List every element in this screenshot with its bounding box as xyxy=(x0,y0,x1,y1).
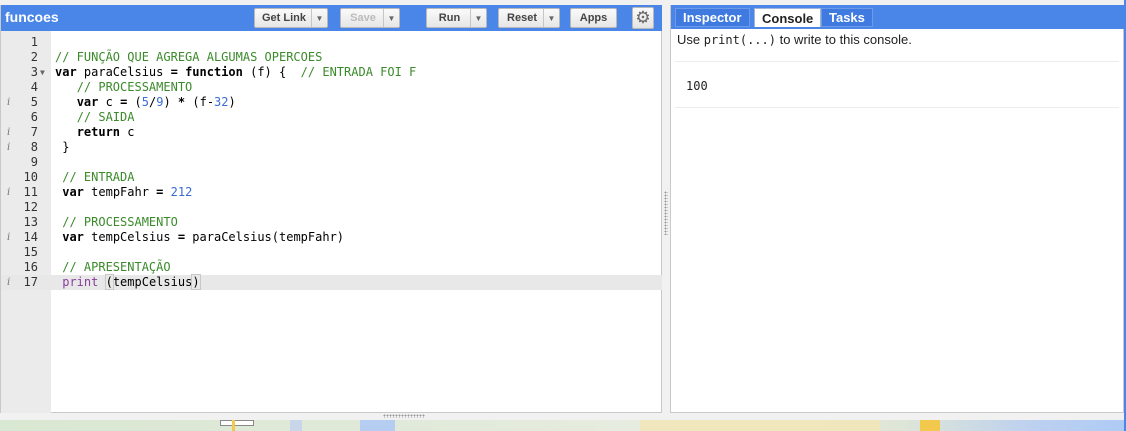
code-text[interactable]: // PROCESSAMENTO xyxy=(55,80,193,95)
hint-prefix: Use xyxy=(677,32,704,47)
earth-engine-code-editor: funcoes Get Link ▼ Save ▼ Run ▼ Reset ▼ … xyxy=(0,0,1126,431)
hint-suffix: to write to this console. xyxy=(775,32,912,47)
chevron-down-icon[interactable]: ▼ xyxy=(543,9,559,27)
code-text[interactable]: print (tempCelsius) xyxy=(55,274,201,290)
divider xyxy=(675,107,1119,108)
map-road xyxy=(232,420,235,431)
code-text[interactable]: // FUNÇÃO QUE AGREGA ALGUMAS OPERCOES xyxy=(55,50,322,65)
tab-console[interactable]: Console xyxy=(754,8,822,27)
run-label: Run xyxy=(438,12,461,24)
code-line[interactable]: i5 var c = (5/9) * (f-32) xyxy=(1,95,662,110)
code-line[interactable]: 3 ▼ var paraCelsius = function (f) { // EN… xyxy=(1,65,662,80)
line-number: 14 xyxy=(23,230,38,244)
code-text[interactable]: var paraCelsius = function (f) { // ENTR… xyxy=(55,65,416,80)
fold-arrow-icon[interactable]: ▼ xyxy=(40,65,45,80)
code-line[interactable]: i 17 print (tempCelsius) xyxy=(1,274,662,290)
map-road xyxy=(290,420,302,431)
code-line[interactable]: i 11 var tempFahr = 212 xyxy=(1,185,662,200)
horizontal-splitter[interactable] xyxy=(0,413,1126,420)
line-number: 9 xyxy=(30,155,38,169)
line-number: 8 xyxy=(30,140,38,154)
reset-button[interactable]: Reset ▼ xyxy=(498,8,560,28)
code-text[interactable]: return c xyxy=(55,125,135,140)
chevron-down-icon[interactable]: ▼ xyxy=(311,9,327,27)
output-panel: Inspector Console Tasks Use print(...) t… xyxy=(670,5,1125,413)
code-text[interactable]: // SAIDA xyxy=(55,110,135,125)
code-line[interactable]: 15 xyxy=(1,245,662,260)
line-number: 3 xyxy=(30,65,38,79)
vertical-splitter[interactable] xyxy=(662,5,670,413)
line-number: 13 xyxy=(23,215,38,229)
line-number: 5 xyxy=(30,95,38,109)
code-line[interactable]: 13 // PROCESSAMENTO xyxy=(1,215,662,230)
console-output-line: 100 xyxy=(686,79,708,93)
line-number: 1 xyxy=(30,35,38,49)
hint-code: print(...) xyxy=(703,33,776,47)
line-number: 6 xyxy=(30,110,38,124)
divider xyxy=(675,61,1119,62)
map-view[interactable] xyxy=(0,420,1126,431)
script-name[interactable]: funcoes xyxy=(5,9,59,25)
line-number: 12 xyxy=(23,200,38,214)
apps-button[interactable]: Apps xyxy=(570,8,617,28)
code-line[interactable]: 1 xyxy=(1,35,662,50)
save-button[interactable]: Save ▼ xyxy=(340,8,400,28)
code-text[interactable]: var tempCelsius = paraCelsius(tempFahr) xyxy=(55,230,344,245)
code-line[interactable]: 9 xyxy=(1,155,662,170)
drag-handle-icon[interactable] xyxy=(383,414,425,418)
line-number: 4 xyxy=(30,80,38,94)
line-number: 11 xyxy=(23,185,38,199)
line-number: 10 xyxy=(23,170,38,184)
line-number: 2 xyxy=(30,50,38,64)
drag-handle-icon[interactable] xyxy=(664,191,668,235)
gear-icon[interactable]: ⚙ xyxy=(632,7,654,29)
line-number: 15 xyxy=(23,245,38,259)
script-editor-panel: funcoes Get Link ▼ Save ▼ Run ▼ Reset ▼ … xyxy=(0,5,663,413)
code-line[interactable]: 12 xyxy=(1,200,662,215)
line-number: 17 xyxy=(23,275,38,289)
code-line[interactable]: 6 // SAIDA xyxy=(1,110,662,125)
code-line[interactable]: i7 return c xyxy=(1,125,662,140)
chevron-down-icon[interactable]: ▼ xyxy=(383,9,399,27)
line-number: 16 xyxy=(23,260,38,274)
chevron-down-icon[interactable]: ▼ xyxy=(470,9,486,27)
code-text[interactable]: // ENTRADA xyxy=(55,170,134,185)
code-line[interactable]: 4 // PROCESSAMENTO xyxy=(1,80,662,95)
tab-inspector[interactable]: Inspector xyxy=(675,8,750,27)
code-editor[interactable]: 1 2// FUNÇÃO QUE AGREGA ALGUMAS OPERCOES 3… xyxy=(1,31,662,413)
code-text[interactable]: // APRESENTAÇÃO xyxy=(55,260,170,275)
code-text[interactable]: var c = (5/9) * (f-32) xyxy=(55,95,236,110)
map-scale-label xyxy=(220,420,254,426)
map-water xyxy=(360,420,395,431)
code-line[interactable]: i 14 var tempCelsius = paraCelsius(tempFa… xyxy=(1,230,662,245)
run-button[interactable]: Run ▼ xyxy=(426,8,487,28)
code-line[interactable]: i8 } xyxy=(1,140,662,155)
tab-tasks[interactable]: Tasks xyxy=(821,8,873,27)
line-number: 7 xyxy=(30,125,38,139)
console-hint: Use print(...) to write to this console. xyxy=(677,32,912,47)
code-text[interactable]: var tempFahr = 212 xyxy=(55,185,192,200)
code-line[interactable]: 2 // FUNÇÃO QUE AGREGA ALGUMAS OPERCOES xyxy=(1,50,662,65)
code-line[interactable]: 10 // ENTRADA xyxy=(1,170,662,185)
code-text[interactable]: } xyxy=(55,140,69,155)
code-line[interactable]: 16 // APRESENTAÇÃO xyxy=(1,260,662,275)
map-area xyxy=(640,420,880,431)
editor-toolbar: funcoes Get Link ▼ Save ▼ Run ▼ Reset ▼ … xyxy=(1,5,663,31)
apps-label: Apps xyxy=(579,12,608,24)
panel-tabs: Inspector Console Tasks xyxy=(671,5,1125,29)
map-road xyxy=(920,420,940,431)
code-text[interactable]: // PROCESSAMENTO xyxy=(55,215,178,230)
get-link-button[interactable]: Get Link ▼ xyxy=(254,8,328,28)
